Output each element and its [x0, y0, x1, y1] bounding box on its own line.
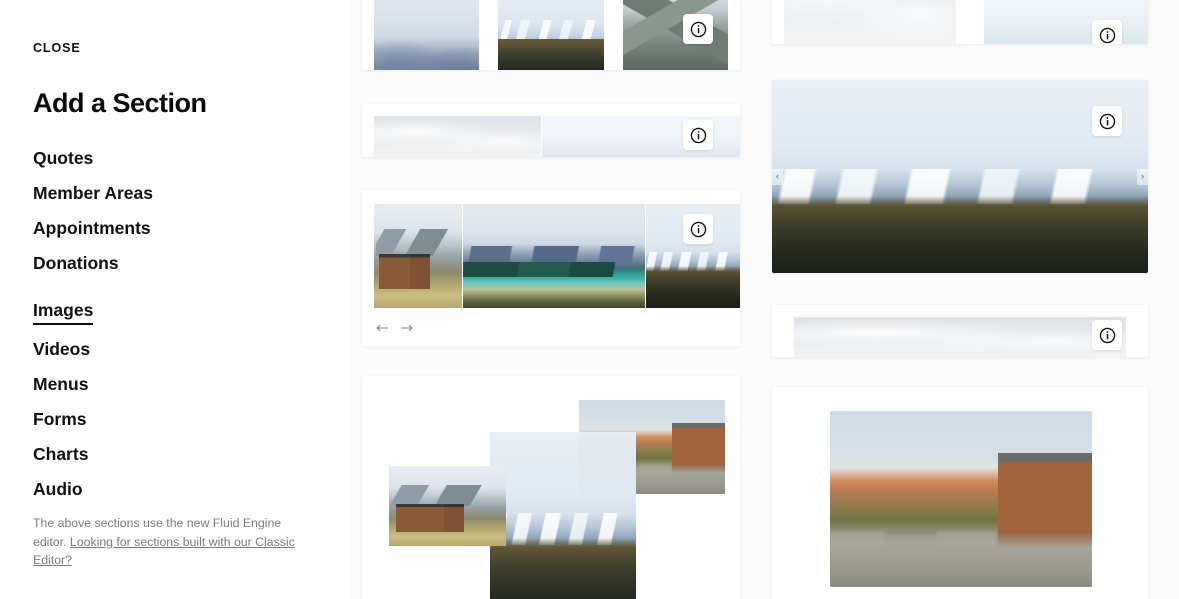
sidebar-item-label: Audio	[33, 479, 83, 499]
sidebar-item-menus[interactable]: Menus	[33, 367, 317, 402]
sidebar-item-audio[interactable]: Audio	[33, 472, 317, 507]
sidebar-item-label: Videos	[33, 339, 91, 359]
sidebar-item-label: Menus	[33, 374, 89, 394]
card-three-up-grid-gallery[interactable]	[362, 0, 740, 70]
sidebar-item-label: Donations	[33, 253, 119, 273]
info-icon[interactable]	[1092, 320, 1122, 350]
sidebar-item-quotes[interactable]: Quotes	[33, 141, 317, 176]
hero-prev-chevron-icon[interactable]: ‹	[772, 168, 783, 185]
info-icon[interactable]	[683, 120, 713, 150]
hero-next-chevron-icon[interactable]: ›	[1137, 168, 1148, 185]
carousel-next-arrow-icon[interactable]	[400, 323, 413, 333]
sidebar-item-label: Images	[33, 300, 94, 325]
card-two-up-reel-gallery[interactable]	[772, 0, 1148, 44]
close-button[interactable]: CLOSE	[33, 38, 81, 58]
page-title: Add a Section	[33, 88, 207, 118]
info-icon[interactable]	[683, 14, 713, 44]
section-preview-grid: ‹ ›	[350, 0, 1179, 599]
section-type-nav: Quotes Member Areas Appointments Donatio…	[33, 141, 317, 507]
card-single-image-gallery[interactable]	[772, 387, 1148, 599]
sidebar: CLOSE Add a Section Quotes Member Areas …	[0, 0, 350, 599]
card-reel-strip-gallery[interactable]	[772, 305, 1148, 357]
sidebar-item-images[interactable]: Images	[33, 293, 317, 332]
fluid-engine-note: The above sections use the new Fluid Eng…	[33, 514, 295, 570]
info-icon[interactable]	[1092, 20, 1122, 44]
card-collage-gallery[interactable]	[362, 376, 740, 599]
card-two-up-wide-gallery[interactable]	[362, 104, 740, 157]
sidebar-item-label: Quotes	[33, 148, 94, 168]
sidebar-item-member-areas[interactable]: Member Areas	[33, 176, 317, 211]
sidebar-item-label: Member Areas	[33, 183, 153, 203]
sidebar-item-forms[interactable]: Forms	[33, 402, 317, 437]
sidebar-item-label: Charts	[33, 444, 89, 464]
card-banner-hero-gallery[interactable]: ‹ ›	[772, 80, 1148, 273]
add-section-panel: CLOSE Add a Section Quotes Member Areas …	[0, 0, 1179, 599]
classic-editor-link[interactable]: Looking for sections built with our Clas…	[33, 535, 295, 568]
sidebar-item-label: Forms	[33, 409, 87, 429]
carousel-controls	[376, 323, 413, 333]
info-icon[interactable]	[683, 214, 713, 244]
sidebar-item-videos[interactable]: Videos	[33, 332, 317, 367]
sidebar-item-appointments[interactable]: Appointments	[33, 211, 317, 246]
carousel-prev-arrow-icon[interactable]	[376, 323, 389, 333]
sidebar-item-donations[interactable]: Donations	[33, 246, 317, 281]
sidebar-item-label: Appointments	[33, 218, 151, 238]
card-carousel-gallery[interactable]	[362, 190, 740, 346]
info-icon[interactable]	[1092, 106, 1122, 136]
sidebar-item-charts[interactable]: Charts	[33, 437, 317, 472]
